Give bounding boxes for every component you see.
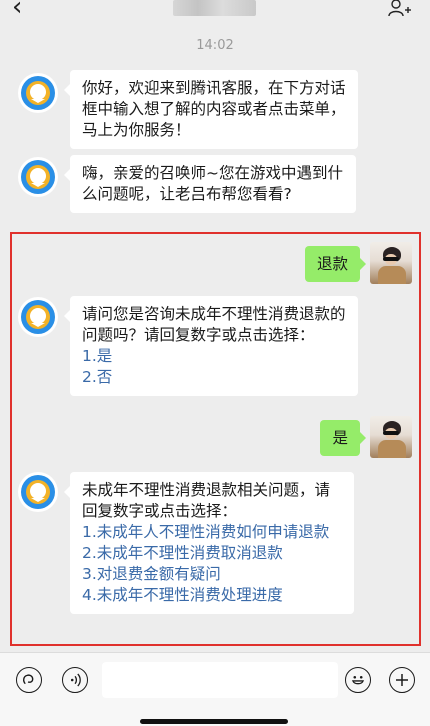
chat-bubble-bot: 请问您是咨询未成年不理性消费退款的问题吗？请回复数字或点击选择： 1.是 2.否 bbox=[64, 296, 358, 396]
message-timestamp: 14:02 bbox=[196, 38, 234, 53]
message-text: 是 bbox=[332, 429, 348, 447]
quick-reply-option[interactable]: 3.对退费金额有疑问 bbox=[82, 564, 342, 585]
quick-reply-option[interactable]: 1.是 bbox=[82, 346, 346, 367]
chat-bubble-bot: 你好，欢迎来到腾讯客服，在下方对话框中输入想了解的内容或者点击菜单，马上为你服务… bbox=[64, 70, 358, 149]
input-bar bbox=[0, 652, 430, 726]
voice-icon[interactable] bbox=[16, 667, 42, 693]
quick-reply-option[interactable]: 4.未成年不理性消费处理进度 bbox=[82, 585, 342, 606]
message-text: 你好，欢迎来到腾讯客服，在下方对话框中输入想了解的内容或者点击菜单，马上为你服务… bbox=[82, 79, 346, 139]
chat-bubble-bot: 未成年不理性消费退款相关问题，请回复数字或点击选择： 1.未成年人不理性消费如何… bbox=[64, 472, 354, 614]
home-indicator bbox=[140, 719, 288, 724]
bot-avatar[interactable] bbox=[17, 296, 59, 338]
bot-avatar[interactable] bbox=[17, 156, 59, 198]
bot-avatar[interactable] bbox=[17, 72, 59, 114]
audio-wave-icon[interactable] bbox=[62, 667, 88, 693]
quick-reply-option[interactable]: 2.未成年不理性消费取消退款 bbox=[82, 543, 342, 564]
message-text: 退款 bbox=[316, 255, 348, 273]
message-text: 未成年不理性消费退款相关问题，请回复数字或点击选择： bbox=[82, 481, 331, 520]
add-person-icon[interactable] bbox=[388, 0, 412, 16]
message-text: 请问您是咨询未成年不理性消费退款的问题吗？请回复数字或点击选择： bbox=[82, 305, 346, 344]
quick-reply-option[interactable]: 1.未成年人不理性消费如何申请退款 bbox=[82, 522, 342, 543]
emoji-icon[interactable] bbox=[345, 667, 371, 693]
user-avatar[interactable] bbox=[370, 416, 412, 458]
plus-icon[interactable] bbox=[389, 667, 415, 693]
quick-reply-option[interactable]: 2.否 bbox=[82, 367, 346, 388]
top-bar: ‹ bbox=[0, 0, 430, 22]
chevron-left-icon[interactable]: ‹ bbox=[12, 0, 22, 20]
chat-bubble-bot: 嗨，亲爱的召唤师~您在游戏中遇到什么问题呢，让老吕布帮您看看? bbox=[64, 155, 356, 213]
chat-bubble-user: 是 bbox=[320, 420, 366, 456]
bot-avatar[interactable] bbox=[17, 471, 59, 513]
message-text: 嗨，亲爱的召唤师~您在游戏中遇到什么问题呢，让老吕布帮您看看? bbox=[82, 164, 343, 203]
message-input[interactable] bbox=[102, 662, 338, 698]
blurred-contact-name bbox=[173, 0, 256, 16]
user-avatar[interactable] bbox=[370, 242, 412, 284]
chat-bubble-user: 退款 bbox=[304, 246, 367, 282]
